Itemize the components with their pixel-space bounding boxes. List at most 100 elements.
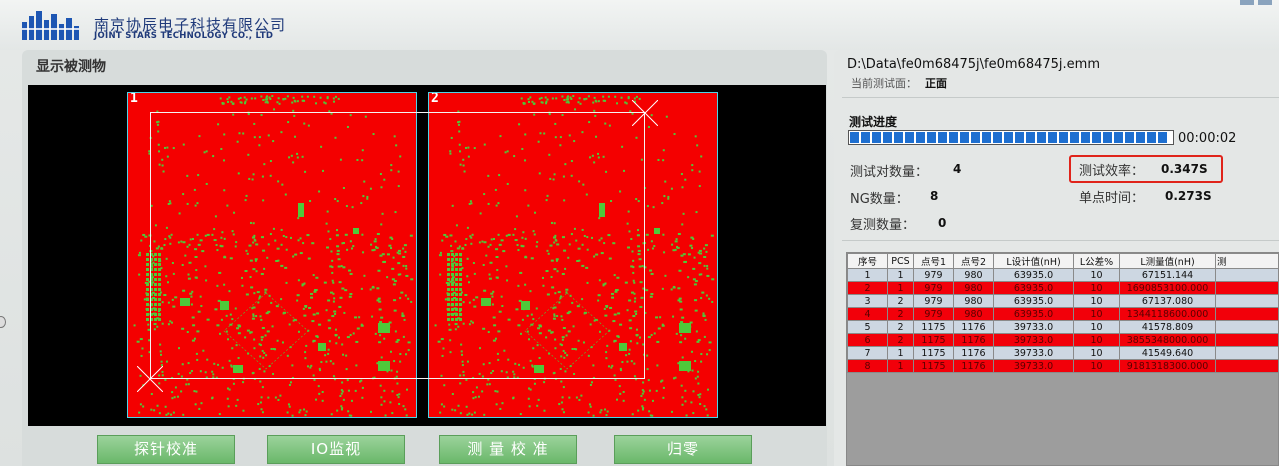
pcb-pad — [693, 256, 696, 259]
pcb-pad — [588, 403, 591, 406]
board-viewer[interactable]: 1 2 — [28, 85, 826, 426]
table-cell: 2 — [887, 307, 914, 321]
table-row[interactable]: 3 2 979 980 63935.0 10 67137.080 — [847, 294, 1278, 308]
column-header[interactable]: 点号2 — [953, 253, 994, 269]
crosshair-icon — [632, 100, 658, 126]
pcb-pad — [475, 386, 478, 389]
table-cell: 67137.080 — [1119, 294, 1216, 308]
column-header[interactable]: 测 — [1215, 253, 1278, 269]
pcb-pad — [136, 340, 140, 343]
pcb-pad — [677, 299, 681, 302]
measure-calibration-button[interactable]: 测 量 校 准 — [439, 435, 577, 464]
pcb-pad — [284, 97, 287, 100]
pcb-pad — [340, 405, 343, 408]
pcb-pad — [647, 248, 650, 251]
pcb-pad — [574, 108, 577, 111]
table-row[interactable]: 5 2 1175 1176 39733.0 10 41578.809 — [847, 320, 1278, 334]
column-header[interactable]: L设计值(nH) — [993, 253, 1074, 269]
table-row[interactable]: 4 2 979 980 63935.0 10 1344118600.000 — [847, 307, 1278, 321]
point-time-value: 0.273S — [1165, 189, 1212, 203]
pcb-pad — [664, 274, 667, 277]
pcb-pad — [226, 397, 229, 400]
pcb-pad — [522, 102, 525, 105]
table-cell: 2 — [847, 281, 888, 295]
pcb-pad — [288, 405, 291, 408]
table-row[interactable]: 1 1 979 980 63935.0 10 67151.144 — [847, 268, 1278, 282]
table-cell — [1215, 281, 1278, 295]
pcb-pad — [481, 390, 484, 393]
pair-count-label: 测试对数量： — [850, 165, 929, 180]
pcb-pad — [354, 389, 357, 392]
column-header[interactable]: L公差% — [1073, 253, 1120, 269]
pcb-pad — [389, 401, 392, 404]
progress-fill — [850, 132, 1168, 143]
pcb-pad — [694, 280, 698, 283]
pcb-pad — [350, 399, 353, 402]
pcb-pad — [616, 102, 619, 105]
table-row[interactable]: 6 2 1175 1176 39733.0 10 3855348000.000 — [847, 333, 1278, 347]
pcb-pad — [529, 96, 532, 99]
pcb-pad — [259, 380, 262, 383]
pcb-pad — [697, 382, 700, 385]
pcb-pad — [531, 100, 534, 103]
pcb-pad — [622, 399, 625, 402]
table-row[interactable]: 8 1 1175 1176 39733.0 10 9181318300.000 — [847, 359, 1278, 373]
table-cell — [1215, 320, 1278, 334]
pcb-pad — [691, 369, 694, 372]
pcb-pad — [141, 347, 144, 350]
pcb-pad — [560, 380, 563, 383]
pcb-pad — [195, 390, 198, 393]
results-table: 序号 PCS 点号1 点号2 L设计值(nH) L公差% L测量值(nH) 测 … — [847, 253, 1278, 373]
pcb-pad — [578, 398, 581, 401]
pcb-pad — [710, 234, 714, 237]
pcb-pad — [361, 386, 364, 389]
pcb-pad — [443, 405, 446, 408]
pcb-pad — [271, 95, 274, 98]
pcb-pad — [269, 97, 272, 100]
pcb-pad — [347, 410, 350, 413]
pcb-pad — [568, 396, 571, 399]
window-control-icon[interactable] — [1240, 0, 1254, 5]
pcb-pad — [512, 396, 515, 399]
pcb-pad — [532, 102, 535, 105]
pcb-pad — [304, 414, 307, 417]
pcb-pad — [667, 195, 670, 198]
pcb-pad — [483, 413, 486, 416]
pcb-pad — [172, 411, 175, 414]
table-cell: 10 — [1073, 281, 1120, 295]
table-row[interactable]: 7 1 1175 1176 39733.0 10 41549.640 — [847, 346, 1278, 360]
pcb-pad — [540, 96, 543, 99]
table-cell: 1175 — [913, 333, 954, 347]
results-table-area[interactable]: 序号 PCS 点号1 点号2 L设计值(nH) L公差% L测量值(nH) 测 … — [846, 252, 1279, 466]
table-row[interactable]: 2 1 979 980 63935.0 10 1690853100.000 — [847, 281, 1278, 295]
column-header[interactable]: L测量值(nH) — [1119, 253, 1216, 269]
pcb-pad — [340, 408, 343, 411]
pcb-pad — [321, 399, 324, 402]
probe-calibration-button[interactable]: 探针校准 — [97, 435, 235, 464]
pcb-pad — [700, 155, 703, 158]
pcb-pad — [561, 95, 564, 98]
pcb-pad — [402, 405, 405, 408]
pcb-pad — [698, 249, 702, 252]
table-cell — [1215, 333, 1278, 347]
pcb-pad — [313, 95, 316, 98]
pcb-pad — [340, 392, 343, 395]
pcb-pad — [545, 102, 548, 105]
pcb-pad — [350, 414, 353, 417]
zero-button[interactable]: 归零 — [614, 435, 752, 464]
pcb-pad — [279, 394, 282, 397]
side-handle-icon[interactable] — [0, 316, 6, 328]
column-header[interactable]: 序号 — [847, 253, 888, 269]
pcb-pad — [694, 360, 697, 363]
io-monitor-button[interactable]: IO监视 — [267, 435, 405, 464]
pcb-pad — [296, 100, 299, 103]
pcb-pad — [226, 387, 229, 390]
pcb-pad — [340, 389, 343, 392]
selection-rectangle[interactable] — [150, 112, 645, 379]
pcb-pad — [313, 378, 316, 381]
pcb-pad — [567, 95, 570, 98]
window-control-icon[interactable] — [1258, 0, 1272, 5]
pcb-pad — [337, 97, 340, 100]
column-header[interactable]: PCS — [887, 253, 914, 269]
column-header[interactable]: 点号1 — [913, 253, 954, 269]
